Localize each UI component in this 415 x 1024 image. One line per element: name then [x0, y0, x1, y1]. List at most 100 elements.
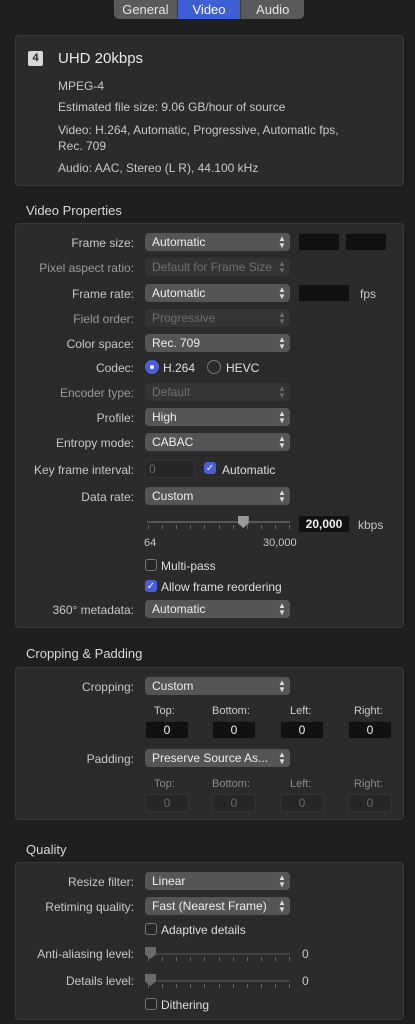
- slider-tick: [162, 984, 164, 988]
- data-rate-popup[interactable]: Custom ▲ ▼: [145, 487, 290, 505]
- padding-value: Preserve Source As...: [152, 751, 269, 765]
- slider-tick: [162, 525, 164, 529]
- slider-tick: [260, 984, 262, 988]
- codec-h264-radio[interactable]: [145, 360, 159, 374]
- video-summary-text: Video: H.264, Automatic, Progressive, Au…: [58, 123, 339, 137]
- slider-tick: [218, 525, 220, 529]
- frame-rate-label: Frame rate:: [71, 287, 134, 301]
- adaptive-details-checkbox[interactable]: [145, 923, 157, 935]
- anti-aliasing-value: 0: [302, 947, 309, 961]
- keyframe-automatic-label: Automatic: [222, 463, 276, 477]
- frame-width-field[interactable]: [298, 233, 340, 251]
- entropy-mode-value: CABAC: [152, 435, 194, 449]
- multipass-checkbox[interactable]: [145, 559, 157, 571]
- padding-label: Padding:: [86, 752, 134, 766]
- slider-tick: [204, 957, 206, 961]
- frame-height-field[interactable]: [345, 233, 387, 251]
- slider-tick: [232, 984, 234, 988]
- pad-left-label: Left:: [290, 778, 312, 790]
- metadata-360-popup[interactable]: Automatic ▲ ▼: [145, 600, 290, 618]
- slider-tick: [176, 984, 178, 988]
- frame-rate-field[interactable]: [298, 284, 350, 302]
- data-rate-slider[interactable]: [147, 521, 290, 523]
- slider-tick: [190, 984, 192, 988]
- crop-top-field[interactable]: 0: [145, 721, 189, 739]
- cropping-value: Custom: [152, 679, 194, 693]
- slider-tick: [190, 525, 192, 529]
- slider-tick: [204, 525, 206, 529]
- slider-tick: [218, 984, 220, 988]
- frame-size-value: Automatic: [152, 235, 206, 249]
- frame-rate-value: Automatic: [152, 286, 206, 300]
- video-properties-title: Video Properties: [26, 203, 122, 218]
- format-text: MPEG-4: [58, 79, 105, 93]
- tab-general[interactable]: General: [114, 0, 178, 19]
- anti-aliasing-label: Anti-aliasing level:: [37, 947, 134, 961]
- chevron-updown-icon: ▲ ▼: [278, 601, 286, 617]
- audio-summary-text: Audio: AAC, Stereo (L R), 44.100 kHz: [58, 161, 259, 175]
- profile-value: High: [152, 410, 177, 424]
- resize-filter-label: Resize filter:: [67, 875, 134, 889]
- tab-bar: General Video Audio: [114, 0, 304, 19]
- encoder-type-value: Default: [152, 385, 191, 399]
- field-order-label: Field order:: [73, 312, 134, 326]
- crop-right-field[interactable]: 0: [348, 721, 392, 739]
- crop-left-field[interactable]: 0: [280, 721, 324, 739]
- slider-tick: [246, 984, 248, 988]
- slider-tick: [176, 957, 178, 961]
- dithering-checkbox[interactable]: [145, 998, 157, 1010]
- slider-tick: [274, 525, 276, 529]
- chevron-updown-icon: ▲ ▼: [278, 488, 286, 504]
- pixel-aspect-value: Default for Frame Size: [152, 260, 273, 274]
- slider-min-label: 64: [144, 537, 157, 549]
- crop-bottom-field[interactable]: 0: [212, 721, 256, 739]
- pixel-aspect-label: Pixel aspect ratio:: [39, 261, 134, 275]
- pad-right-label: Right:: [354, 778, 383, 790]
- profile-popup[interactable]: High ▲ ▼: [145, 408, 290, 426]
- frame-rate-popup[interactable]: Automatic ▲ ▼: [145, 284, 290, 302]
- chevron-updown-icon: ▲ ▼: [278, 259, 286, 275]
- crop-bottom-label: Bottom:: [212, 705, 250, 717]
- keyframe-automatic-checkbox[interactable]: ✓: [204, 462, 216, 474]
- summary-panel: 4 UHD 20kbps MPEG-4 Estimated file size:…: [15, 35, 404, 186]
- slider-tick: [289, 525, 290, 529]
- padding-popup[interactable]: Preserve Source As... ▲ ▼: [145, 749, 290, 767]
- crop-left-label: Left:: [290, 705, 312, 717]
- preset-badge-icon: 4: [28, 51, 43, 66]
- slider-tick: [176, 525, 178, 529]
- chevron-updown-icon: ▲ ▼: [278, 384, 286, 400]
- data-rate-field[interactable]: 20,000: [298, 515, 350, 533]
- cropping-popup[interactable]: Custom ▲ ▼: [145, 677, 290, 695]
- slider-tick: [246, 957, 248, 961]
- slider-tick: [274, 984, 276, 988]
- slider-tick: [289, 984, 290, 988]
- chevron-updown-icon: ▲ ▼: [278, 750, 286, 766]
- encoder-type-popup: Default ▲ ▼: [145, 383, 290, 401]
- tab-audio[interactable]: Audio: [241, 0, 304, 19]
- cropping-label: Cropping:: [81, 680, 134, 694]
- entropy-mode-popup[interactable]: CABAC ▲ ▼: [145, 433, 290, 451]
- frame-reordering-checkbox[interactable]: ✓: [145, 580, 157, 592]
- chevron-updown-icon: ▲ ▼: [278, 285, 286, 301]
- crop-top-label: Top:: [154, 705, 175, 717]
- frame-size-popup[interactable]: Automatic ▲ ▼: [145, 233, 290, 251]
- data-rate-label: Data rate:: [81, 490, 134, 504]
- retiming-quality-value: Fast (Nearest Frame): [152, 899, 267, 913]
- keyframe-interval-label: Key frame interval:: [33, 463, 134, 477]
- encoder-type-label: Encoder type:: [59, 386, 134, 400]
- pixel-aspect-popup: Default for Frame Size ▲ ▼: [145, 258, 290, 276]
- chevron-updown-icon: ▲ ▼: [278, 898, 286, 914]
- codec-hevc-radio[interactable]: [207, 360, 221, 374]
- crop-right-label: Right:: [354, 705, 383, 717]
- kbps-label: kbps: [358, 518, 384, 532]
- quality-title: Quality: [26, 842, 67, 857]
- multipass-label: Multi-pass: [161, 559, 216, 573]
- slider-tick: [148, 957, 149, 961]
- adaptive-details-label: Adaptive details: [161, 923, 246, 937]
- color-space-popup[interactable]: Rec. 709 ▲ ▼: [145, 334, 290, 352]
- color-space-value: Rec. 709: [152, 336, 201, 350]
- tab-video[interactable]: Video: [177, 0, 242, 19]
- slider-tick: [260, 525, 262, 529]
- resize-filter-popup[interactable]: Linear ▲ ▼: [145, 872, 290, 890]
- retiming-quality-popup[interactable]: Fast (Nearest Frame) ▲ ▼: [145, 897, 290, 915]
